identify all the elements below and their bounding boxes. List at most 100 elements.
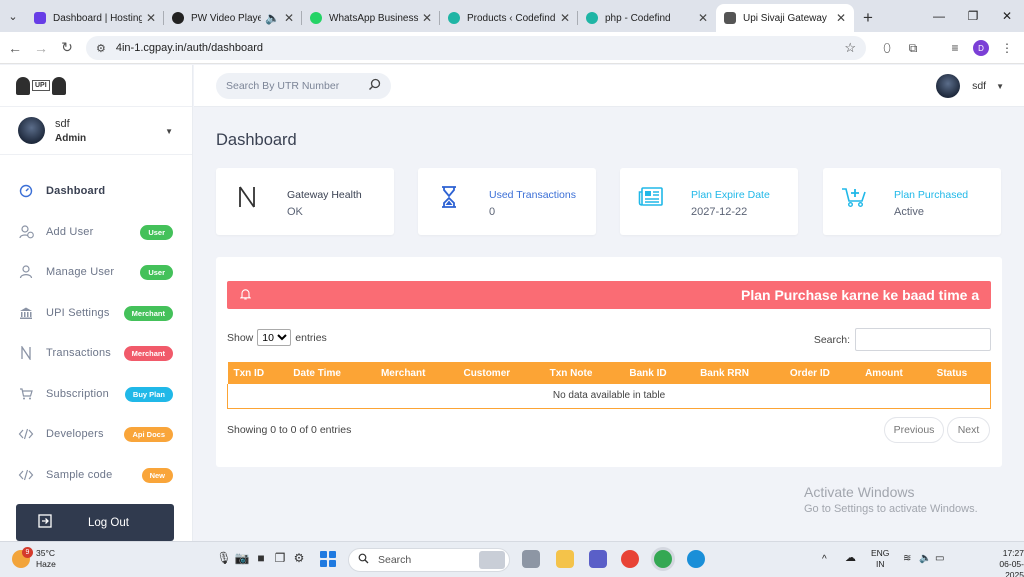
close-tab-icon[interactable]: ✕ (560, 11, 570, 25)
sidebar-item-developers[interactable]: Developers Api Docs (0, 414, 192, 455)
cloud-icon[interactable]: ☁ (845, 553, 856, 564)
sidebar-user[interactable]: sdf Admin ▼ (0, 107, 192, 155)
extension-icon[interactable]: ⬯ (876, 32, 898, 64)
column-header[interactable]: Bank RRN (694, 362, 784, 384)
task-view-icon[interactable] (522, 550, 540, 568)
logout-button[interactable]: Log Out (16, 504, 174, 541)
plan-expire-card: Plan Expire Date 2027-12-22 (620, 168, 798, 235)
gateway-health-card: Gateway Health OK (216, 168, 394, 235)
merchant-badge[interactable]: Merchant (123, 305, 173, 321)
start-button[interactable] (320, 551, 336, 567)
column-header[interactable]: Txn ID (227, 362, 288, 384)
profile-avatar[interactable]: D (970, 32, 992, 64)
close-tab-icon[interactable]: ✕ (422, 11, 432, 25)
column-header[interactable]: Customer (457, 362, 544, 384)
column-header[interactable]: Amount (859, 362, 931, 384)
browser-tab[interactable]: Dashboard | Hosting ✕ (26, 4, 164, 32)
close-tab-icon[interactable]: ✕ (146, 11, 156, 25)
bookmark-star-icon[interactable]: ☆ (844, 40, 856, 56)
previous-button[interactable]: Previous (884, 417, 944, 443)
more-menu-icon[interactable]: ⋮ (996, 32, 1018, 64)
sidebar-item-upi-settings[interactable]: UPI Settings Merchant (0, 293, 192, 334)
browser-tab[interactable]: PW Video Player 🔈 ✕ (164, 4, 302, 32)
taskbar-search[interactable]: Search (348, 548, 510, 572)
close-tab-icon[interactable]: ✕ (836, 11, 846, 25)
user-badge[interactable]: User (140, 265, 173, 280)
tray-chevron-icon[interactable]: ^ (822, 554, 827, 565)
wifi-icon[interactable]: ≋ (903, 553, 911, 564)
weather-widget[interactable]: 9 35°C Haze (12, 547, 56, 570)
column-header[interactable]: Txn Note (543, 362, 624, 384)
file-explorer-icon[interactable] (556, 550, 574, 568)
column-header[interactable]: Bank ID (623, 362, 695, 384)
search-icon[interactable] (368, 78, 381, 94)
api-docs-badge[interactable]: Api Docs (124, 427, 173, 442)
new-tab-icon[interactable]: + (854, 4, 882, 32)
volume-icon[interactable]: 🔈 (919, 553, 931, 564)
merchant-badge[interactable]: Merchant (123, 346, 173, 361)
site-info-icon[interactable]: ⚙ (96, 42, 106, 55)
battery-icon[interactable]: ▭ (935, 553, 944, 564)
user-badge[interactable]: User (140, 224, 173, 240)
reload-icon[interactable]: ↻ (54, 39, 80, 56)
minimize-icon[interactable]: — (922, 0, 956, 32)
tab-search-chevron-icon[interactable]: ⌄ (0, 0, 26, 32)
mic-icon[interactable]: 🎙 (216, 550, 232, 566)
logo[interactable]: UPI (0, 65, 192, 107)
entries-select[interactable]: 10 (257, 329, 292, 346)
browser-tab[interactable]: WhatsApp Business ✕ (302, 4, 440, 32)
next-button[interactable]: Next (947, 417, 990, 443)
page-title: Dashboard (216, 131, 297, 149)
close-tab-icon[interactable]: ✕ (284, 11, 294, 25)
utr-search-input[interactable]: Search By UTR Number (216, 73, 391, 99)
column-header[interactable]: Merchant (374, 362, 458, 384)
restore-icon[interactable]: ❐ (956, 0, 990, 32)
column-header[interactable]: Status (930, 362, 991, 384)
browser-tab[interactable]: php - Codefind ✕ (578, 4, 716, 32)
language-indicator[interactable]: ENG IN (871, 548, 889, 570)
sidebar-item-transactions[interactable]: Transactions Merchant (0, 333, 192, 374)
sidebar-item-sample-code[interactable]: Sample code New (0, 455, 192, 496)
teams-icon[interactable] (589, 550, 607, 568)
close-tab-icon[interactable]: ✕ (698, 11, 708, 25)
video-icon[interactable]: ■ (253, 550, 269, 566)
browser-tab-active[interactable]: Upi Sivaji Gateway ✕ (716, 4, 854, 32)
puzzle-icon[interactable]: ⧉ (902, 32, 924, 64)
settings-icon[interactable]: ⚙ (291, 550, 307, 566)
alert-text: Plan Purchase karne ke baad time a (741, 287, 980, 303)
buy-plan-badge[interactable]: Buy Plan (124, 386, 173, 402)
header-user-menu[interactable]: sdf ▼ (936, 74, 1004, 98)
user-icon (18, 264, 34, 280)
window-controls: — ❐ ✕ (922, 0, 1024, 32)
new-badge[interactable]: New (141, 467, 173, 483)
media-icon[interactable]: ≡ (944, 32, 966, 64)
chrome-profile-icon[interactable] (654, 550, 672, 568)
table-search-input[interactable] (855, 328, 991, 351)
sidebar-item-add-user[interactable]: Add User User (0, 212, 192, 253)
clock[interactable]: 17:27 06-05-2025 (982, 548, 1024, 577)
forward-icon[interactable]: → (28, 40, 54, 56)
user-role: Admin (55, 132, 87, 144)
sidebar-item-manage-user[interactable]: Manage User User (0, 252, 192, 293)
edge-icon[interactable] (687, 550, 705, 568)
camera-icon[interactable]: 📷 (234, 550, 250, 566)
column-header[interactable]: Order ID (783, 362, 860, 384)
cart-icon (18, 386, 34, 402)
window-icon[interactable]: ❐ (272, 550, 288, 566)
sidebar-item-dashboard[interactable]: Dashboard (0, 171, 192, 212)
cart-plus-icon (841, 184, 867, 210)
close-window-icon[interactable]: ✕ (990, 0, 1024, 32)
used-transactions-card: Used Transactions 0 (418, 168, 596, 235)
avatar (18, 117, 45, 144)
url-field[interactable]: ⚙ 4in-1.cgpay.in/auth/dashboard ☆ (86, 36, 866, 60)
chrome-icon[interactable] (621, 550, 639, 568)
sidebar-item-subscription[interactable]: Subscription Buy Plan (0, 374, 192, 415)
caret-down-icon[interactable]: ▼ (165, 127, 173, 136)
column-header[interactable]: Date Time (287, 362, 375, 384)
browser-tab[interactable]: Products ‹ Codefind ✕ (440, 4, 578, 32)
speaker-icon[interactable]: 🔈 (265, 11, 280, 25)
code-icon (18, 467, 34, 483)
code-icon (18, 426, 34, 442)
bell-icon (239, 288, 252, 303)
back-icon[interactable]: ← (2, 40, 28, 56)
